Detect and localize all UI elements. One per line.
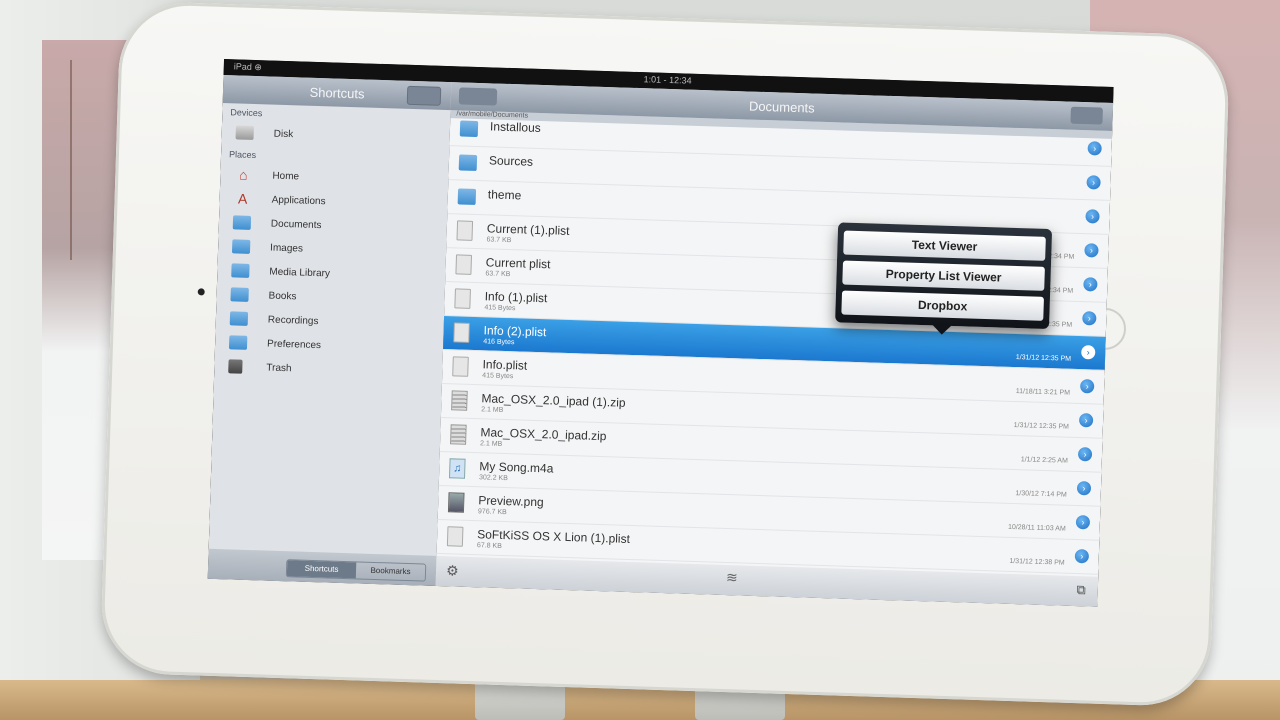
disclosure-icon[interactable]: › <box>1083 277 1098 292</box>
sidebar-toolbar: Shortcuts Bookmarks <box>207 548 437 586</box>
folder-icon <box>229 311 249 326</box>
file-name: Installous <box>489 119 541 135</box>
folder-icon <box>457 188 477 205</box>
trash-icon <box>228 359 243 374</box>
home-icon: ⌂ <box>238 166 248 183</box>
file-name: Info (1).plist <box>484 289 548 306</box>
file-size: 63.7 KB <box>486 236 512 245</box>
applications-icon: A <box>237 190 248 207</box>
file-icon <box>455 254 473 275</box>
sidebar-item-label: Images <box>269 242 304 255</box>
tab-bookmarks[interactable]: Bookmarks <box>356 562 425 580</box>
status-time: 1:01 - 12:34 <box>643 74 692 86</box>
file-icon <box>456 220 474 241</box>
disclosure-icon[interactable]: › <box>1076 481 1092 496</box>
file-size: 416 Bytes <box>483 338 515 347</box>
file-name: theme <box>487 187 522 203</box>
sidebar-item-label: Documents <box>270 218 322 232</box>
file-date: 11/18/11 3:21 PM <box>1015 388 1071 397</box>
disclosure-icon[interactable]: › <box>1087 141 1102 156</box>
disclosure-icon[interactable]: › <box>1084 243 1099 258</box>
tree-branch <box>70 60 72 260</box>
disclosure-icon[interactable]: › <box>1074 548 1090 564</box>
file-date: 1/1/12 2:25 AM <box>1020 456 1068 465</box>
disclosure-icon[interactable]: › <box>1079 379 1095 394</box>
popover-arrow <box>931 324 953 335</box>
zip-file-icon <box>450 424 467 445</box>
sidebar-item-label: Preferences <box>266 338 322 352</box>
file-date: 1/31/12 12:35 PM <box>1013 421 1070 431</box>
file-date: 10/28/11 11:03 AM <box>1007 523 1066 533</box>
file-size: 67.8 KB <box>476 542 502 550</box>
file-name: Current (1).plist <box>486 221 570 238</box>
sidebar-segmented-control: Shortcuts Bookmarks <box>285 559 427 582</box>
file-icon <box>446 526 464 547</box>
sidebar-item-label: Recordings <box>267 314 319 328</box>
image-file-icon <box>447 492 465 513</box>
zip-file-icon <box>451 390 468 411</box>
file-size: 415 Bytes <box>484 304 516 313</box>
sidebar-item-label: Disk <box>273 128 294 141</box>
file-size: 2.1 MB <box>481 406 504 414</box>
file-date: 1/31/12 12:38 PM <box>1009 557 1065 567</box>
documents-pane: Documents /var/mobile/Documents Installo… <box>435 82 1114 607</box>
disclosure-icon[interactable]: › <box>1078 413 1094 428</box>
file-name: Current plist <box>485 255 551 272</box>
file-size: 976.7 KB <box>477 508 507 517</box>
disclosure-icon[interactable]: › <box>1085 209 1100 224</box>
shortcuts-sidebar: Shortcuts Devices Disk Places ⌂ Home A A… <box>207 74 452 586</box>
gear-icon[interactable]: ⚙ <box>446 562 459 579</box>
folder-icon <box>231 263 250 278</box>
dropbox-button[interactable]: Dropbox <box>841 290 1044 321</box>
folder-icon <box>230 287 249 302</box>
sidebar-edit-button[interactable] <box>406 85 442 106</box>
text-viewer-button[interactable]: Text Viewer <box>843 230 1046 261</box>
disclosure-icon[interactable]: › <box>1081 345 1096 360</box>
disk-icon <box>235 125 254 140</box>
tab-shortcuts[interactable]: Shortcuts <box>286 560 357 579</box>
folder-icon <box>458 154 478 171</box>
file-icon <box>452 356 469 377</box>
wifi-icon[interactable]: ≋ <box>726 569 738 586</box>
file-name: Sources <box>488 153 534 169</box>
music-file-icon: ♫ <box>448 458 466 479</box>
sidebar-item-label: Media Library <box>269 266 331 280</box>
property-list-viewer-button[interactable]: Property List Viewer <box>842 260 1045 291</box>
disclosure-icon[interactable]: › <box>1082 311 1097 326</box>
camera <box>197 288 205 296</box>
file-list: Installous › Sources › theme › Current (1).pli… <box>436 112 1113 575</box>
file-name: Info (2).plist <box>483 323 547 340</box>
file-name: My Song.m4a <box>479 459 554 476</box>
disclosure-icon[interactable]: › <box>1077 447 1093 462</box>
ipad-screen: iPad ⊕ 1:01 - 12:34 Shortcuts Devices Di… <box>207 59 1114 607</box>
main-edit-button[interactable] <box>1070 106 1103 125</box>
sidebar-item-label: Books <box>268 290 297 303</box>
file-icon <box>454 288 471 309</box>
disclosure-icon[interactable]: › <box>1075 514 1091 530</box>
file-name: Info.plist <box>482 357 528 373</box>
folder-icon <box>459 120 479 138</box>
folder-icon <box>231 239 251 254</box>
file-date: 1/30/12 7:14 PM <box>1015 490 1067 499</box>
folder-icon <box>228 335 248 350</box>
disclosure-icon[interactable]: › <box>1086 175 1101 190</box>
ipad-device: iPad ⊕ 1:01 - 12:34 Shortcuts Devices Di… <box>99 0 1231 708</box>
copy-icon[interactable]: ⧉ <box>1076 582 1086 598</box>
sidebar-item-label: Applications <box>271 194 326 208</box>
sidebar-item-label: Trash <box>266 362 292 375</box>
open-with-popover: Text Viewer Property List Viewer Dropbox <box>835 222 1053 335</box>
sidebar-item-label: Home <box>272 170 300 183</box>
file-size: 415 Bytes <box>482 372 514 381</box>
file-name: Preview.png <box>478 493 544 510</box>
folder-icon <box>232 215 252 230</box>
file-size: 302.2 KB <box>478 474 508 483</box>
file-size: 2.1 MB <box>479 440 503 448</box>
file-icon <box>453 322 470 343</box>
file-date: 1/31/12 12:35 PM <box>1015 354 1072 363</box>
status-carrier: iPad ⊕ <box>233 61 263 73</box>
file-size: 63.7 KB <box>485 270 511 279</box>
